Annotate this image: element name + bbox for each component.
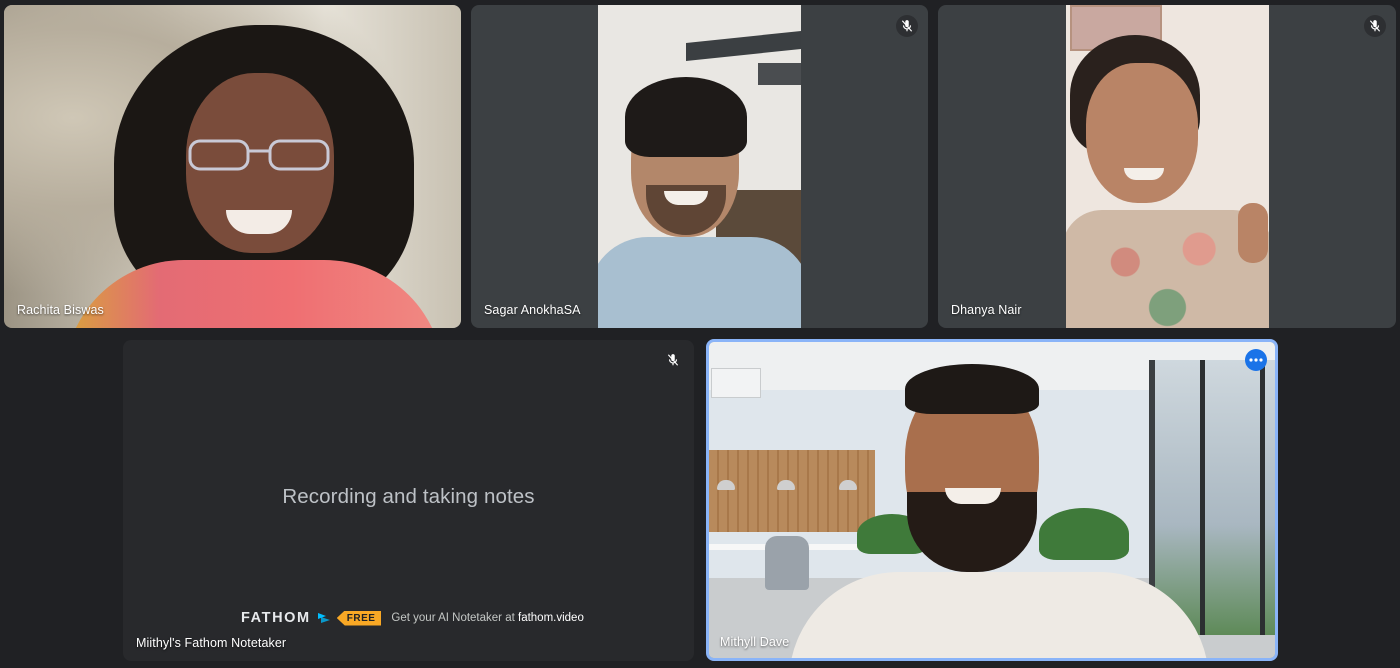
air-conditioner: [711, 368, 761, 398]
wood-panel-wall: [709, 450, 875, 532]
wall-detail: [758, 63, 801, 85]
glasses: [188, 139, 330, 171]
window-frame: [1200, 360, 1205, 635]
meeting-grid: Rachita Biswas Sagar AnokhaSA Dhanya Nai…: [0, 0, 1400, 668]
mic-off-icon: [662, 349, 684, 371]
video-feed: [1066, 5, 1269, 328]
video-feed: [4, 5, 461, 328]
free-badge: FREE: [336, 610, 382, 626]
participant-beard: [907, 492, 1037, 572]
more-horiz-icon: [1249, 358, 1263, 362]
mic-off-icon: [896, 15, 918, 37]
fathom-cta-text: Get your AI Notetaker at: [391, 612, 515, 624]
video-feed: [598, 5, 801, 328]
more-options-button[interactable]: [1245, 349, 1267, 371]
pendant-lamp: [777, 480, 795, 490]
participant-hair: [905, 364, 1039, 414]
video-feed: [709, 342, 1275, 658]
pendant-lamp: [839, 480, 857, 490]
participant-name: Sagar AnokhaSA: [484, 303, 581, 317]
pendant-lamp: [717, 480, 735, 490]
participant-tile-notetaker[interactable]: Recording and taking notes FATHOM FREE G…: [123, 340, 694, 661]
window-frame: [1260, 360, 1265, 635]
wall-detail: [686, 30, 801, 62]
participant-face: [1086, 63, 1198, 203]
participant-name: Rachita Biswas: [17, 303, 104, 317]
mic-off-icon: [1364, 15, 1386, 37]
participant-tile-rachita[interactable]: Rachita Biswas: [4, 5, 461, 328]
participant-name: Dhanya Nair: [951, 303, 1022, 317]
participant-smile: [1124, 168, 1164, 180]
window: [1149, 360, 1275, 635]
fathom-cta: Get your AI Notetaker at fathom.video: [391, 612, 583, 624]
participant-name: Miithyl's Fathom Notetaker: [136, 636, 287, 650]
fathom-logo: FATHOM: [241, 610, 311, 626]
notetaker-status-text: Recording and taking notes: [282, 485, 535, 508]
participant-clothing: [598, 237, 801, 328]
office-chair: [765, 536, 809, 590]
participant-smile: [945, 488, 1001, 504]
fathom-promo-banner: FATHOM FREE Get your AI Notetaker at fat…: [241, 610, 584, 626]
participant-hand: [1238, 203, 1268, 263]
plant: [1039, 508, 1129, 560]
participant-tile-dhanya[interactable]: Dhanya Nair: [938, 5, 1396, 328]
fathom-chevron-icon: [317, 613, 330, 623]
participant-name: Mithyll Dave: [720, 635, 790, 649]
fathom-link[interactable]: fathom.video: [518, 612, 584, 624]
participant-hair: [625, 77, 747, 157]
participant-clothing: [789, 572, 1209, 658]
participant-tile-mithyll[interactable]: Mithyll Dave: [706, 339, 1278, 661]
participant-tile-sagar[interactable]: Sagar AnokhaSA: [471, 5, 928, 328]
